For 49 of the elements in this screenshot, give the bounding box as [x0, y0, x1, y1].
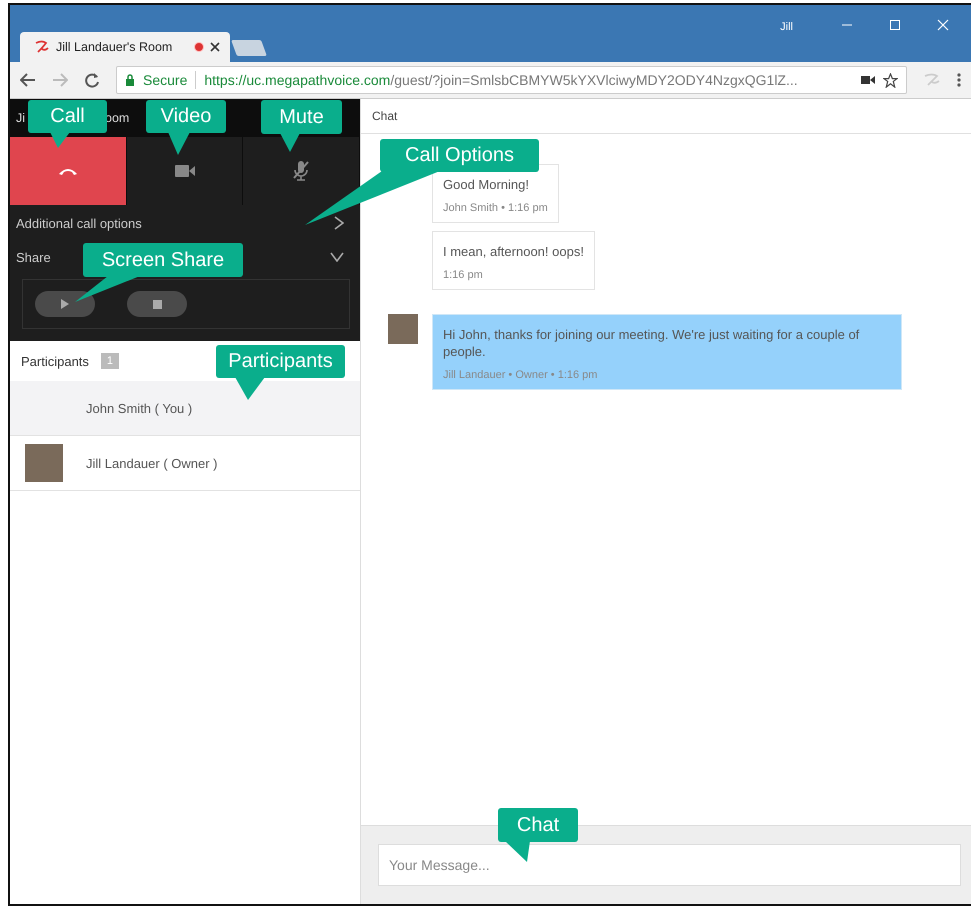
callout-pointer: [505, 841, 530, 862]
message-meta: 1:16 pm: [443, 269, 484, 281]
callout-label: Call Options: [380, 139, 539, 172]
lock-icon: [125, 74, 135, 86]
callout-pointer: [168, 132, 190, 155]
star-icon[interactable]: [883, 72, 898, 88]
message-text: Good Morning!: [443, 176, 530, 193]
message-text: Hi John, thanks for joining our meeting. We're just waiting for a couple of people.: [443, 326, 860, 360]
camera-icon[interactable]: [861, 75, 875, 85]
microphone-muted-icon: [292, 160, 310, 182]
logo-icon: [34, 40, 50, 54]
start-share-button[interactable]: [35, 291, 95, 317]
maximize-icon[interactable]: [889, 19, 901, 31]
message-input[interactable]: Your Message...: [378, 844, 961, 886]
participant-name: John Smith ( You ): [86, 400, 192, 416]
message-meta: John Smith • 1:16 pm: [443, 202, 548, 214]
stop-share-button[interactable]: [127, 291, 187, 317]
participant-name: Jill Landauer ( Owner ): [86, 456, 218, 470]
tab-title: Jill Landauer's Room: [56, 40, 174, 54]
message-meta: Jill Landauer • Owner • 1:16 pm: [443, 369, 598, 381]
profile-name[interactable]: Jill: [780, 21, 793, 33]
participants-heading: Participants: [21, 354, 89, 368]
phone-icon: [58, 166, 78, 176]
callout-pointer: [235, 377, 265, 400]
menu-icon[interactable]: [957, 73, 961, 87]
url-text: https://uc.megapathvoice.com/guest/?join=SmlsbCBMYW5kYXVlciwyMDY2ODY4NzgxQG1lZ...: [204, 72, 799, 88]
video-camera-icon: [174, 165, 194, 177]
participant-row[interactable]: John Smith ( You ): [10, 381, 360, 436]
additional-call-options-row[interactable]: Additional call options: [10, 205, 360, 241]
callout-pointer: [75, 276, 140, 302]
browser-tab[interactable]: Jill Landauer's Room: [20, 32, 230, 62]
chevron-right-icon: [334, 216, 344, 230]
room-title: Ji: [16, 111, 26, 125]
play-icon: [61, 299, 69, 309]
message-text: I mean, afternoon! oops!: [443, 243, 584, 260]
secure-label: Secure: [143, 72, 188, 88]
close-icon[interactable]: [210, 42, 220, 52]
new-tab-button[interactable]: [231, 40, 267, 56]
stop-icon: [152, 300, 162, 308]
address-bar[interactable]: Secure https://uc.megapathvoice.com/guest/?join=SmlsbCBMYW5kYXVlciwyMDY2ODY4NzgxQG1lZ...: [116, 66, 907, 94]
reload-icon[interactable]: [84, 72, 100, 88]
chat-heading: Chat: [372, 109, 398, 123]
participant-count: 1: [100, 353, 120, 369]
additional-call-options-label: Additional call options: [16, 216, 142, 230]
callout-pointer: [280, 133, 300, 152]
chevron-down-icon[interactable]: [330, 252, 344, 262]
participant-row[interactable]: Jill Landauer ( Owner ): [10, 436, 360, 491]
share-label: Share: [16, 250, 51, 264]
back-icon[interactable]: [20, 73, 36, 87]
